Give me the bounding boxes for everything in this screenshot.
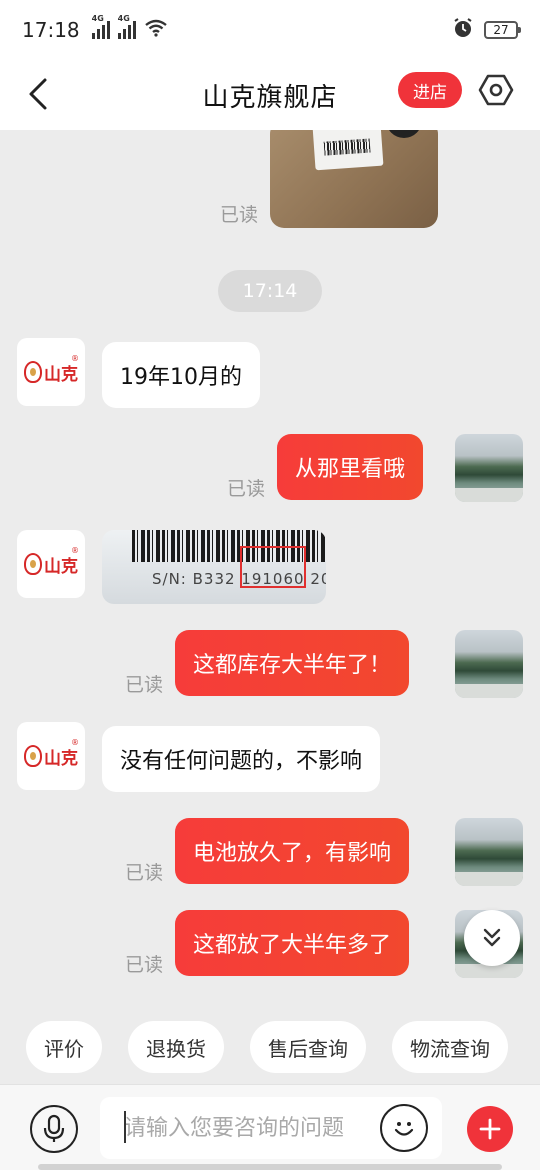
quick-reply-logistics[interactable]: 物流查询	[392, 1021, 508, 1073]
read-status: 已读	[125, 954, 164, 976]
barcode-image-message[interactable]: S/N: B332 191060 20	[102, 530, 326, 604]
time-divider: 17:14	[218, 270, 322, 312]
emoji-button[interactable]	[380, 1104, 428, 1152]
user-avatar[interactable]	[455, 818, 523, 886]
registered-mark: ®	[71, 354, 79, 363]
quick-reply-after-sales[interactable]: 售后查询	[250, 1021, 366, 1073]
shop-avatar-brand: 山克	[44, 748, 78, 769]
highlight-box	[240, 546, 306, 588]
smiley-icon	[394, 1122, 414, 1136]
signal-icon: 4G	[117, 14, 136, 39]
shop-logo-icon	[24, 745, 42, 767]
read-status: 已读	[220, 204, 259, 226]
home-indicator	[38, 1164, 502, 1170]
shop-avatar-brand: 山克	[44, 364, 78, 385]
enter-store-button[interactable]: 进店	[398, 72, 462, 108]
read-status: 已读	[125, 674, 164, 696]
alarm-icon	[452, 17, 474, 44]
user-avatar[interactable]	[455, 434, 523, 502]
shop-logo-icon	[24, 553, 42, 575]
text-caret	[124, 1111, 126, 1143]
package-label-image	[312, 130, 384, 171]
package-image-message[interactable]	[270, 130, 438, 228]
package-cap-image	[386, 130, 422, 138]
signal-type-label: 4G	[91, 14, 104, 23]
plus-icon	[479, 1118, 501, 1140]
scroll-to-bottom-button[interactable]	[464, 910, 520, 966]
shop-avatar[interactable]: 山克 ®	[17, 722, 85, 790]
chat-header: 山克旗舰店 进店	[0, 60, 540, 130]
quick-reply-review[interactable]: 评价	[26, 1021, 102, 1073]
battery-icon: 27	[484, 21, 521, 39]
registered-mark: ®	[71, 546, 79, 555]
signal-icon: 4G	[91, 14, 110, 39]
settings-icon	[478, 74, 514, 106]
chevron-left-icon	[29, 78, 47, 110]
wifi-icon	[144, 19, 168, 42]
settings-button[interactable]	[476, 70, 516, 110]
back-button[interactable]	[20, 72, 56, 116]
status-bar: 17:18 4G 4G 27	[0, 0, 540, 60]
read-status: 已读	[227, 478, 266, 500]
message-bubble-outgoing[interactable]: 这都库存大半年了！	[175, 630, 410, 696]
shop-avatar[interactable]: 山克 ®	[17, 338, 85, 406]
message-bubble-outgoing[interactable]: 电池放久了，有影响	[175, 818, 410, 884]
microphone-icon	[43, 1114, 65, 1142]
shop-avatar[interactable]: 山克 ®	[17, 530, 85, 598]
read-status: 已读	[125, 862, 164, 884]
quick-reply-return[interactable]: 退换货	[128, 1021, 224, 1073]
signal-type-label: 4G	[117, 14, 130, 23]
shop-avatar-brand: 山克	[44, 556, 78, 577]
more-button[interactable]	[467, 1106, 513, 1152]
battery-level: 27	[493, 23, 509, 37]
message-bubble-outgoing[interactable]: 这都放了大半年多了	[175, 910, 410, 976]
message-bubble-incoming[interactable]: 没有任何问题的，不影响	[102, 726, 381, 792]
registered-mark: ®	[71, 738, 79, 747]
double-chevron-down-icon	[483, 928, 501, 947]
voice-button[interactable]	[30, 1105, 78, 1153]
chat-list[interactable]: 已读 17:14 山克 ® 19年10月的 已读 从那里看哦 山克 ® S/N:…	[0, 130, 540, 1010]
page-title: 山克旗舰店	[202, 82, 338, 113]
message-bubble-outgoing[interactable]: 从那里看哦	[277, 434, 424, 500]
message-input-bar	[0, 1084, 540, 1170]
shop-logo-icon	[24, 361, 42, 383]
user-avatar[interactable]	[455, 630, 523, 698]
quick-reply-bar: 评价 退换货 售后查询 物流查询	[0, 1010, 540, 1084]
message-bubble-incoming[interactable]: 19年10月的	[102, 342, 260, 408]
status-time: 17:18	[22, 18, 80, 42]
